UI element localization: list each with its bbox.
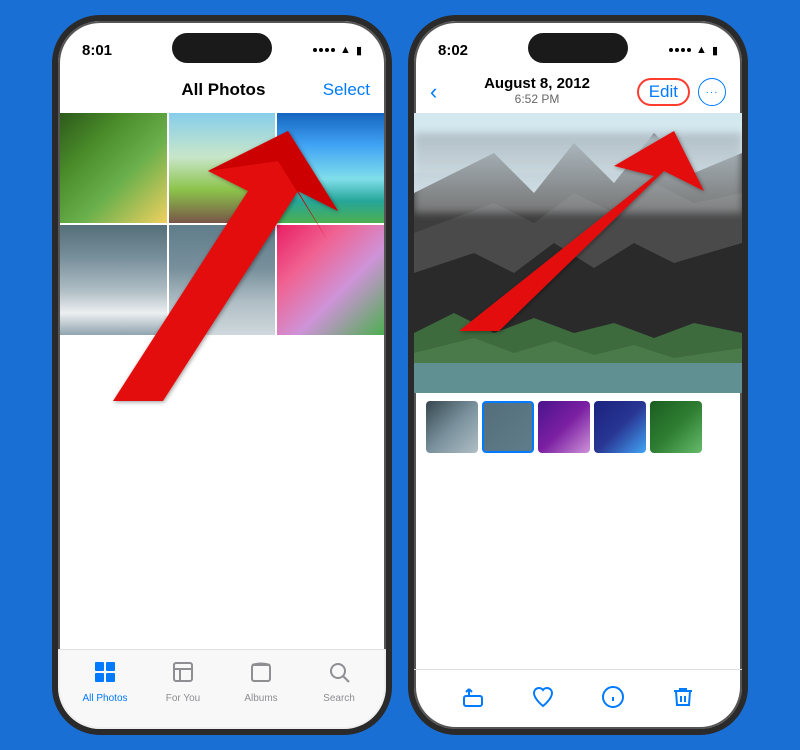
status-icons-right: ▲ ▮ [669, 44, 718, 57]
more-button[interactable]: ··· [698, 78, 726, 106]
wifi-icon-right: ▲ [696, 44, 707, 56]
all-photos-icon [93, 660, 117, 690]
select-button[interactable]: Select [323, 80, 370, 100]
status-icons-left: ▲ ▮ [313, 44, 362, 57]
dynamic-island-left [172, 33, 272, 63]
photo-detail-header: August 8, 2012 6:52 PM [484, 73, 590, 112]
photo-waterfall [60, 225, 167, 335]
detail-actions [414, 669, 742, 729]
photo-flowers [277, 225, 384, 335]
thumbnail-3[interactable] [538, 401, 590, 453]
photo-hills [169, 113, 276, 223]
nav-bar-left: All Photos Select [58, 73, 386, 113]
tab-all-photos[interactable]: All Photos [75, 660, 135, 704]
albums-label: Albums [244, 693, 277, 704]
all-photos-label: All Photos [82, 693, 127, 704]
thumbnail-1[interactable] [426, 401, 478, 453]
info-button[interactable] [601, 685, 625, 715]
dynamic-island-right [528, 33, 628, 63]
albums-icon [249, 660, 273, 690]
battery-icon-right: ▮ [712, 44, 718, 57]
detail-photo-svg [414, 113, 742, 393]
trash-button[interactable] [671, 685, 695, 715]
grid-cell-6[interactable] [277, 225, 384, 335]
grid-cell-3[interactable] [277, 113, 384, 223]
thumbnail-5[interactable] [650, 401, 702, 453]
wifi-icon: ▲ [340, 44, 351, 56]
right-phone: 8:02 ▲ ▮ ‹ August 8, 2012 6:52 PM Edit ·… [408, 15, 748, 735]
photo-date: August 8, 2012 [484, 75, 590, 92]
photo-coast [277, 113, 384, 223]
signal-icon-right [669, 48, 691, 52]
tab-albums[interactable]: Albums [231, 660, 291, 704]
photo-grid [58, 113, 386, 335]
signal-icon [313, 48, 335, 52]
detail-photo[interactable] [414, 113, 742, 393]
search-label: Search [323, 693, 355, 704]
more-icon: ··· [706, 87, 719, 98]
share-button[interactable] [461, 685, 485, 715]
heart-button[interactable] [531, 685, 555, 715]
for-you-icon [171, 660, 195, 690]
grid-cell-2[interactable] [169, 113, 276, 223]
left-phone: 8:01 ▲ ▮ All Photos Select [52, 15, 392, 735]
detail-nav: ‹ August 8, 2012 6:52 PM Edit ··· [414, 73, 742, 113]
nav-title-left: All Photos [181, 80, 265, 100]
tab-search[interactable]: Search [309, 660, 369, 704]
thumbnail-strip [414, 393, 742, 461]
photo-time: 6:52 PM [515, 92, 560, 106]
edit-button[interactable]: Edit [637, 78, 690, 106]
search-icon [327, 660, 351, 690]
thumbnail-4[interactable] [594, 401, 646, 453]
grid-cell-4[interactable] [60, 225, 167, 335]
thumbnail-2[interactable] [482, 401, 534, 453]
photo-landscape [169, 225, 276, 335]
photo-leaves [60, 113, 167, 223]
status-time-left: 8:01 [82, 42, 112, 59]
grid-cell-1[interactable] [60, 113, 167, 223]
back-button[interactable]: ‹ [430, 79, 437, 105]
grid-cell-5[interactable] [169, 225, 276, 335]
tab-for-you[interactable]: For You [153, 660, 213, 704]
tab-bar-left: All Photos For You Albums [58, 649, 386, 729]
status-time-right: 8:02 [438, 42, 468, 59]
battery-icon: ▮ [356, 44, 362, 57]
for-you-label: For You [166, 693, 200, 704]
